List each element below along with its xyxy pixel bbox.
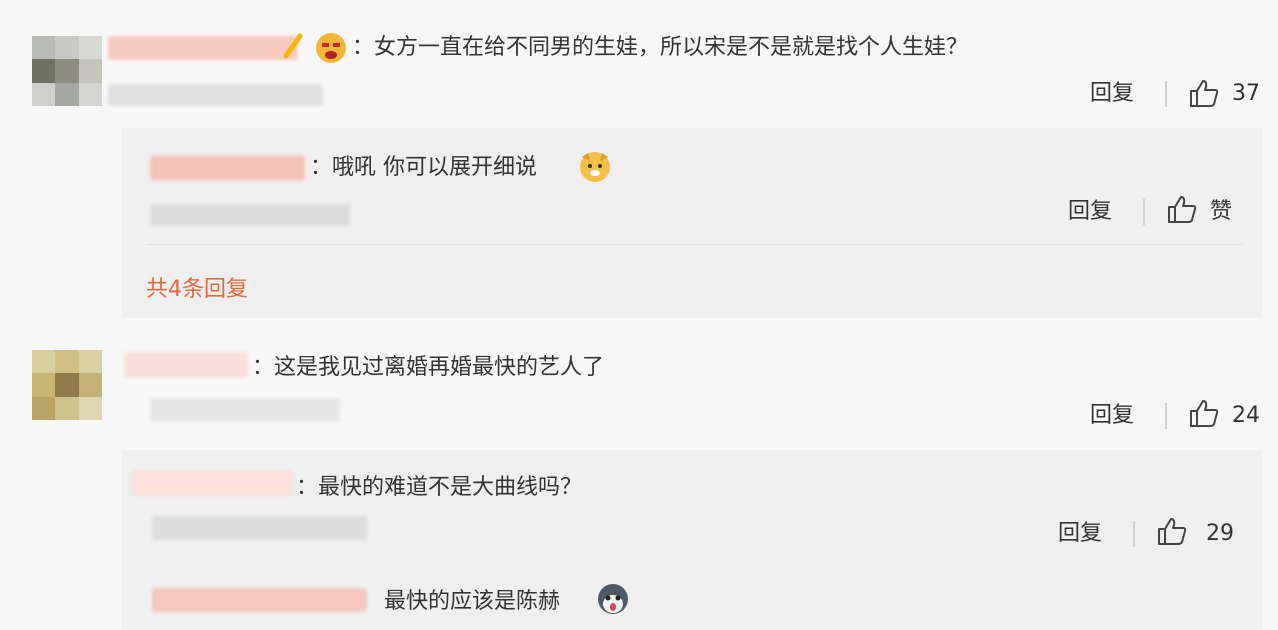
like-count: 37 — [1232, 81, 1260, 106]
like-label[interactable]: 赞 — [1210, 198, 1232, 226]
reply-text: 最快的应该是陈赫 — [384, 589, 561, 614]
action-separator — [1143, 199, 1145, 225]
reply-username-blurred[interactable] — [152, 588, 367, 612]
username-blurred[interactable] — [108, 36, 298, 60]
avatar[interactable] — [32, 350, 102, 420]
timestamp-blurred — [108, 84, 323, 106]
thumb-up-icon[interactable] — [1166, 194, 1198, 224]
verified-badge-icon — [283, 33, 303, 59]
username-blurred[interactable] — [124, 352, 248, 378]
like-count: 24 — [1232, 403, 1260, 428]
divider — [148, 244, 1242, 245]
like-count: 29 — [1206, 521, 1234, 546]
action-separator — [1133, 521, 1135, 547]
reply-button[interactable]: 回复 — [1068, 198, 1112, 226]
angry-face-emoji — [316, 33, 346, 63]
more-replies-link[interactable]: 共4条回复 — [146, 271, 248, 303]
dog-face-emoji — [580, 152, 610, 182]
avatar[interactable] — [32, 36, 102, 106]
reply-button[interactable]: 回复 — [1090, 402, 1134, 430]
action-separator — [1165, 81, 1167, 107]
thumb-up-icon[interactable] — [1188, 78, 1220, 108]
reply-button[interactable]: 回复 — [1058, 520, 1102, 548]
husky-face-emoji — [598, 584, 628, 614]
reply-text: ：最快的难道不是大曲线吗？ — [296, 475, 583, 500]
reply-section: ：哦吼 你可以展开细说 回复 赞 共4条回复 — [122, 128, 1262, 318]
thumb-up-icon[interactable] — [1156, 516, 1188, 546]
comment-text: ：这是我见过离婚再婚最快的艺人了 — [252, 355, 605, 380]
reply-text: ：哦吼 你可以展开细说 — [310, 155, 537, 180]
reply-button[interactable]: 回复 — [1090, 80, 1134, 108]
action-separator — [1165, 403, 1167, 429]
comment-text: ：女方一直在给不同男的生娃，所以宋是不是就是找个人生娃？ — [352, 35, 969, 60]
reply-username-blurred[interactable] — [132, 470, 292, 496]
timestamp-blurred — [150, 398, 340, 422]
thumb-up-icon[interactable] — [1188, 398, 1220, 428]
reply-username-blurred[interactable] — [150, 156, 305, 180]
reply-timestamp-blurred — [152, 516, 367, 540]
reply-timestamp-blurred — [150, 204, 350, 226]
reply-section: ：最快的难道不是大曲线吗？ 回复 29 最快的应该是陈赫 — [122, 450, 1262, 630]
